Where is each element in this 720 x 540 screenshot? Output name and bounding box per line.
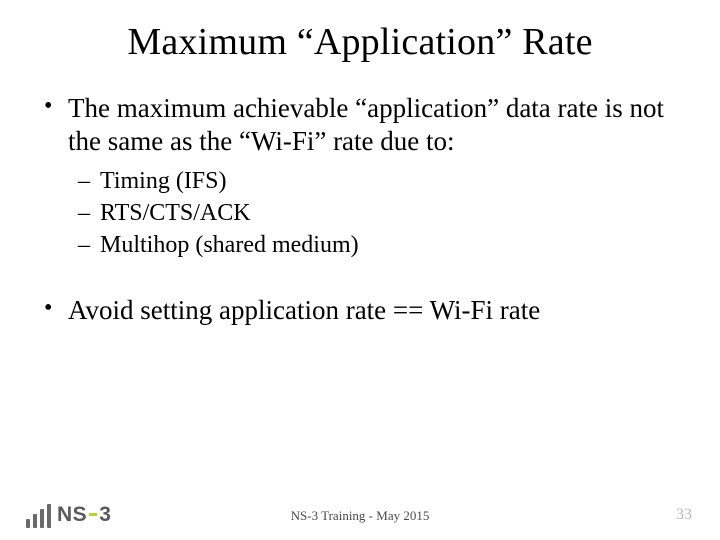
sub-bullet-list: Timing (IFS) RTS/CTS/ACK Multihop (share… <box>78 166 680 260</box>
bullet-item: Avoid setting application rate == Wi-Fi … <box>40 294 680 327</box>
sub-bullet-text: Multihop (shared medium) <box>100 232 359 258</box>
sub-bullet-item: Timing (IFS) <box>78 166 680 196</box>
sub-bullet-text: RTS/CTS/ACK <box>100 200 251 226</box>
page-number: 33 <box>676 506 692 524</box>
bullet-text: Avoid setting application rate == Wi-Fi … <box>68 295 540 325</box>
slide-title: Maximum “Application” Rate <box>0 0 720 92</box>
footer-text: NS-3 Training - May 2015 <box>0 508 720 524</box>
sub-bullet-text: Timing (IFS) <box>100 168 227 194</box>
bullet-text: The maximum achievable “application” dat… <box>68 93 664 156</box>
slide: Maximum “Application” Rate The maximum a… <box>0 0 720 540</box>
bullet-item: The maximum achievable “application” dat… <box>40 92 680 260</box>
spacer <box>40 266 680 294</box>
sub-bullet-item: Multihop (shared medium) <box>78 230 680 260</box>
bullet-list: Avoid setting application rate == Wi-Fi … <box>40 294 680 327</box>
slide-content: The maximum achievable “application” dat… <box>0 92 720 327</box>
bullet-list: The maximum achievable “application” dat… <box>40 92 680 260</box>
sub-bullet-item: RTS/CTS/ACK <box>78 198 680 228</box>
